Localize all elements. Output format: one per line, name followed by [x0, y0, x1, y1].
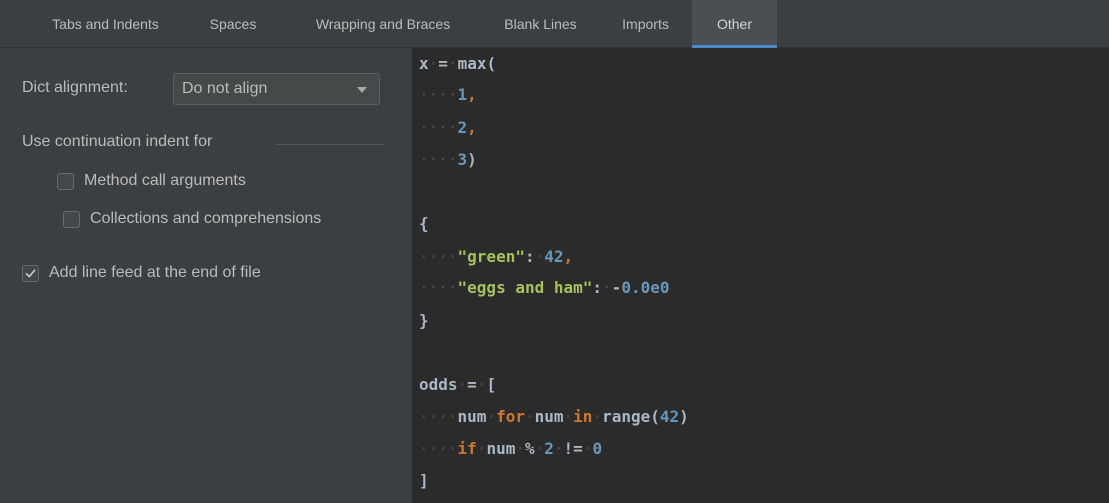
whitespace-marker: ·: [476, 439, 487, 458]
whitespace-marker: ·: [592, 407, 603, 426]
dict-alignment-select[interactable]: Do not align: [173, 73, 380, 105]
code-token: "eggs and ham": [457, 278, 593, 297]
whitespace-marker: ·: [602, 278, 612, 297]
code-token: x: [419, 54, 429, 73]
whitespace-marker: ····: [419, 85, 458, 104]
code-line: ····3): [419, 149, 477, 171]
code-token: 0: [592, 439, 603, 458]
code-line: ····if·num·%·2·!=·0: [419, 438, 602, 460]
settings-options-panel: Dict alignment: Do not align Use continu…: [0, 48, 412, 503]
settings-tab-bar: Tabs and Indents Spaces Wrapping and Bra…: [0, 0, 1109, 48]
tab-imports[interactable]: Imports: [602, 0, 689, 47]
dict-alignment-label: Dict alignment:: [22, 79, 128, 96]
method-call-arguments-checkbox[interactable]: [57, 172, 74, 190]
whitespace-marker: ·: [534, 439, 545, 458]
code-token: =: [438, 54, 448, 73]
code-token: num: [457, 407, 487, 426]
tab-spaces[interactable]: Spaces: [193, 0, 273, 47]
code-token: 2: [457, 118, 468, 137]
whitespace-marker: ·: [553, 439, 564, 458]
code-token: for: [496, 407, 525, 426]
chevron-down-icon: [357, 87, 367, 93]
whitespace-marker: ·: [457, 375, 468, 394]
line-feed-end-of-file-checkbox[interactable]: [22, 264, 39, 282]
code-token: max(: [457, 54, 497, 73]
whitespace-marker: ····: [419, 150, 458, 169]
code-token: =: [467, 375, 477, 394]
code-line: x·=·max(: [419, 53, 496, 75]
code-line: ····"green":·42,: [419, 246, 573, 268]
whitespace-marker: ····: [419, 247, 458, 266]
code-token: if: [457, 439, 477, 458]
code-token: odds: [419, 375, 458, 394]
whitespace-marker: ·: [563, 407, 574, 426]
code-token: {: [419, 214, 429, 233]
code-token: 0.0e0: [621, 278, 670, 297]
code-token: ): [467, 150, 477, 169]
tab-tabs-and-indents[interactable]: Tabs and Indents: [28, 0, 183, 47]
tab-other[interactable]: Other: [692, 0, 777, 48]
code-line: ····"eggs and ham":·-0.0e0: [419, 277, 669, 299]
code-token: ,: [467, 85, 477, 104]
whitespace-marker: ·: [476, 375, 487, 394]
whitespace-marker: ·: [582, 439, 593, 458]
code-token: 42: [659, 407, 680, 426]
code-token: :: [592, 278, 603, 297]
whitespace-marker: ····: [419, 118, 458, 137]
code-line: ····num·for·num·in·range(42): [419, 406, 689, 428]
code-token: 2: [544, 439, 554, 458]
method-call-arguments-label: Method call arguments: [84, 172, 246, 189]
code-token: range(: [602, 407, 660, 426]
code-token: -: [611, 278, 622, 297]
code-line: {: [419, 213, 429, 235]
whitespace-marker: ····: [419, 407, 458, 426]
code-token: num: [486, 439, 516, 458]
code-token: ): [679, 407, 689, 426]
code-line: }: [419, 310, 429, 332]
code-token: "green": [457, 247, 525, 266]
whitespace-marker: ·: [534, 247, 545, 266]
collections-comprehensions-checkbox[interactable]: [63, 210, 80, 228]
code-token: in: [573, 407, 593, 426]
code-token: 3: [457, 150, 468, 169]
code-line: ····2,: [419, 117, 477, 139]
code-token: !=: [563, 439, 583, 458]
code-token: num: [534, 407, 564, 426]
code-token: :: [524, 247, 535, 266]
code-token: ]: [419, 471, 429, 490]
whitespace-marker: ·: [486, 407, 497, 426]
checkmark-icon: [25, 268, 36, 277]
tab-wrapping-and-braces[interactable]: Wrapping and Braces: [283, 0, 483, 47]
code-line: ····1,: [419, 84, 477, 106]
code-token: [: [486, 375, 497, 394]
line-feed-end-of-file-label: Add line feed at the end of file: [49, 264, 261, 281]
whitespace-marker: ····: [419, 278, 458, 297]
code-token: ,: [467, 118, 477, 137]
line-feed-end-of-file-option[interactable]: Add line feed at the end of file: [22, 264, 261, 282]
code-token: 1: [457, 85, 468, 104]
method-call-arguments-option[interactable]: Method call arguments: [57, 172, 246, 190]
code-token: ,: [563, 247, 574, 266]
code-token: 42: [544, 247, 564, 266]
whitespace-marker: ·: [524, 407, 535, 426]
code-token: }: [419, 311, 429, 330]
code-preview: x·=·max( ····1, ····2, ····3) { ····"gre…: [412, 48, 1109, 503]
continuation-indent-header: Use continuation indent for: [22, 133, 213, 150]
section-divider: [276, 144, 384, 145]
whitespace-marker: ·: [447, 54, 458, 73]
code-line: ]: [419, 470, 429, 492]
dict-alignment-value: Do not align: [182, 80, 268, 97]
whitespace-marker: ····: [419, 439, 458, 458]
code-token: %: [524, 439, 535, 458]
whitespace-marker: ·: [515, 439, 525, 458]
collections-comprehensions-option[interactable]: Collections and comprehensions: [63, 210, 321, 228]
collections-comprehensions-label: Collections and comprehensions: [90, 210, 322, 227]
tab-blank-lines[interactable]: Blank Lines: [483, 0, 598, 47]
whitespace-marker: ·: [428, 54, 439, 73]
code-line: odds·=·[: [419, 374, 496, 396]
